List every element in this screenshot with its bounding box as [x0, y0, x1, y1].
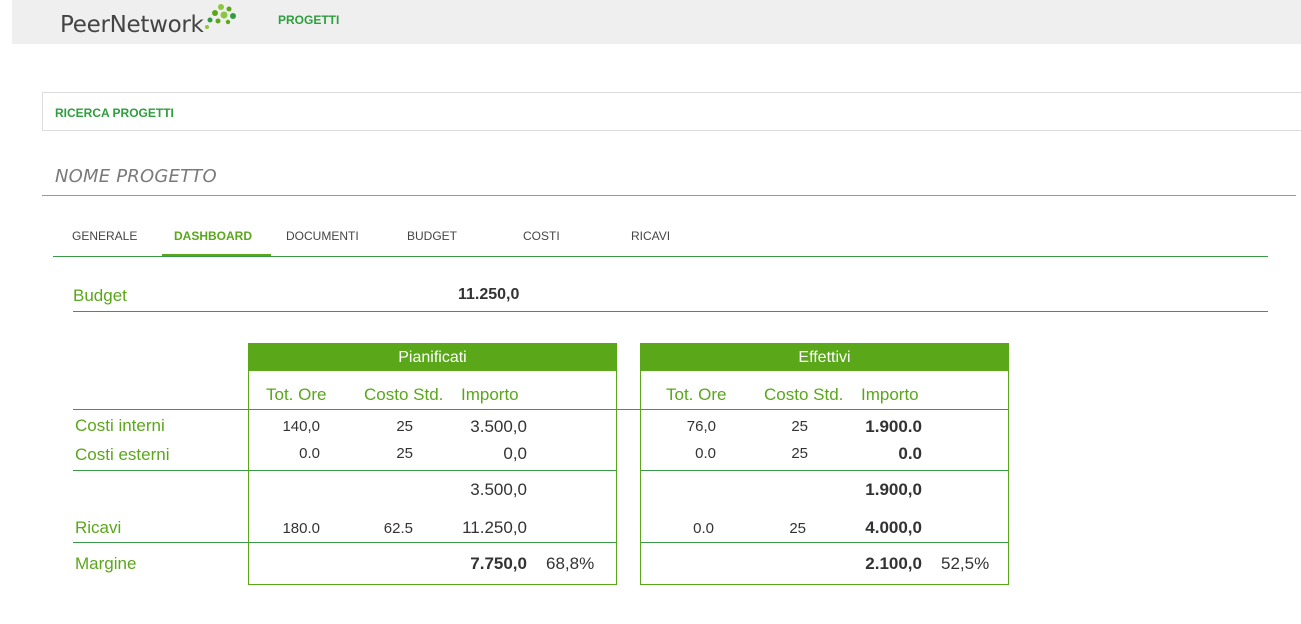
cell-ore: 180.0	[282, 520, 320, 537]
cell-ore: 76,0	[686, 418, 716, 435]
tab-ricavi[interactable]: RICAVI	[631, 229, 670, 243]
search-projects-panel[interactable]: RICERCA PROGETTI	[42, 92, 1301, 131]
row-divider	[617, 409, 640, 410]
cell-ore: 0.0	[693, 520, 714, 537]
cell-ore: 140,0	[282, 418, 320, 435]
col-header-tot-ore: Tot. Ore	[266, 385, 327, 404]
cell-importo: 4.000,0	[865, 518, 922, 537]
cell-costo: 25	[396, 445, 413, 462]
row-divider	[641, 542, 1008, 543]
margine-importo: 7.750,0	[470, 554, 527, 573]
margine-percent: 68,8%	[546, 554, 595, 573]
budget-divider	[73, 311, 1268, 312]
col-header-importo: Importo	[861, 385, 919, 404]
tab-documenti[interactable]: DOCUMENTI	[286, 229, 359, 243]
effettivi-header: Effettivi	[641, 344, 1008, 371]
title-divider	[42, 195, 1296, 196]
tabs-baseline	[53, 256, 1268, 257]
col-header-importo: Importo	[461, 385, 519, 404]
col-header-costo-std: Costo Std.	[364, 385, 444, 404]
margine-percent: 52,5%	[941, 554, 990, 573]
subtotal-costi: 3.500,0	[470, 480, 527, 499]
tab-dashboard[interactable]: DASHBOARD	[174, 229, 252, 243]
cell-costo: 25	[396, 418, 413, 435]
subtotal-costi: 1.900,0	[865, 480, 922, 499]
cell-importo: 11.250,0	[462, 518, 527, 537]
margine-importo: 2.100,0	[865, 554, 922, 573]
cell-importo: 0.0	[898, 444, 922, 463]
project-tabs: GENERALE DASHBOARD DOCUMENTI BUDGET COST…	[53, 220, 1268, 258]
row-divider	[249, 409, 616, 410]
row-label-margine: Margine	[75, 554, 137, 573]
row-label-costi-interni: Costi interni	[75, 416, 165, 435]
cell-costo: 25	[789, 520, 806, 537]
nav-projects-link[interactable]: PROGETTI	[278, 13, 339, 27]
logo-text[interactable]: PeerNetwork	[60, 12, 204, 38]
top-bar: PeerNetwork PROGETTI	[12, 0, 1301, 44]
pianificati-panel: Pianificati Tot. Ore Costo Std. Importo …	[248, 343, 617, 585]
row-divider	[249, 470, 616, 471]
budget-label: Budget	[73, 286, 127, 305]
tab-budget[interactable]: BUDGET	[407, 229, 457, 243]
row-divider	[641, 409, 1008, 410]
cell-costo: 25	[791, 418, 808, 435]
tab-generale[interactable]: GENERALE	[72, 229, 137, 243]
cell-ore: 0.0	[299, 445, 320, 462]
row-divider	[73, 409, 248, 410]
row-label-ricavi: Ricavi	[75, 518, 122, 537]
col-header-costo-std: Costo Std.	[764, 385, 844, 404]
col-header-tot-ore: Tot. Ore	[666, 385, 727, 404]
row-divider	[641, 470, 1008, 471]
cell-importo: 0,0	[503, 444, 527, 463]
cell-importo: 3.500,0	[470, 417, 527, 436]
row-divider	[249, 542, 616, 543]
row-label-costi-esterni: Costi esterni	[75, 445, 170, 464]
cell-costo: 25	[791, 445, 808, 462]
effettivi-panel: Effettivi Tot. Ore Costo Std. Importo 76…	[640, 343, 1009, 585]
page-title: NOME PROGETTO	[55, 166, 217, 187]
row-divider	[73, 470, 248, 471]
search-projects-label[interactable]: RICERCA PROGETTI	[55, 106, 174, 120]
budget-value: 11.250,0	[458, 286, 520, 303]
cell-costo: 62.5	[383, 520, 413, 537]
row-divider	[73, 542, 248, 543]
pianificati-header: Pianificati	[249, 344, 616, 371]
cell-ore: 0.0	[695, 445, 716, 462]
tab-costi[interactable]: COSTI	[523, 229, 560, 243]
cell-importo: 1.900.0	[865, 417, 922, 436]
leaf-logo-icon	[205, 4, 236, 29]
